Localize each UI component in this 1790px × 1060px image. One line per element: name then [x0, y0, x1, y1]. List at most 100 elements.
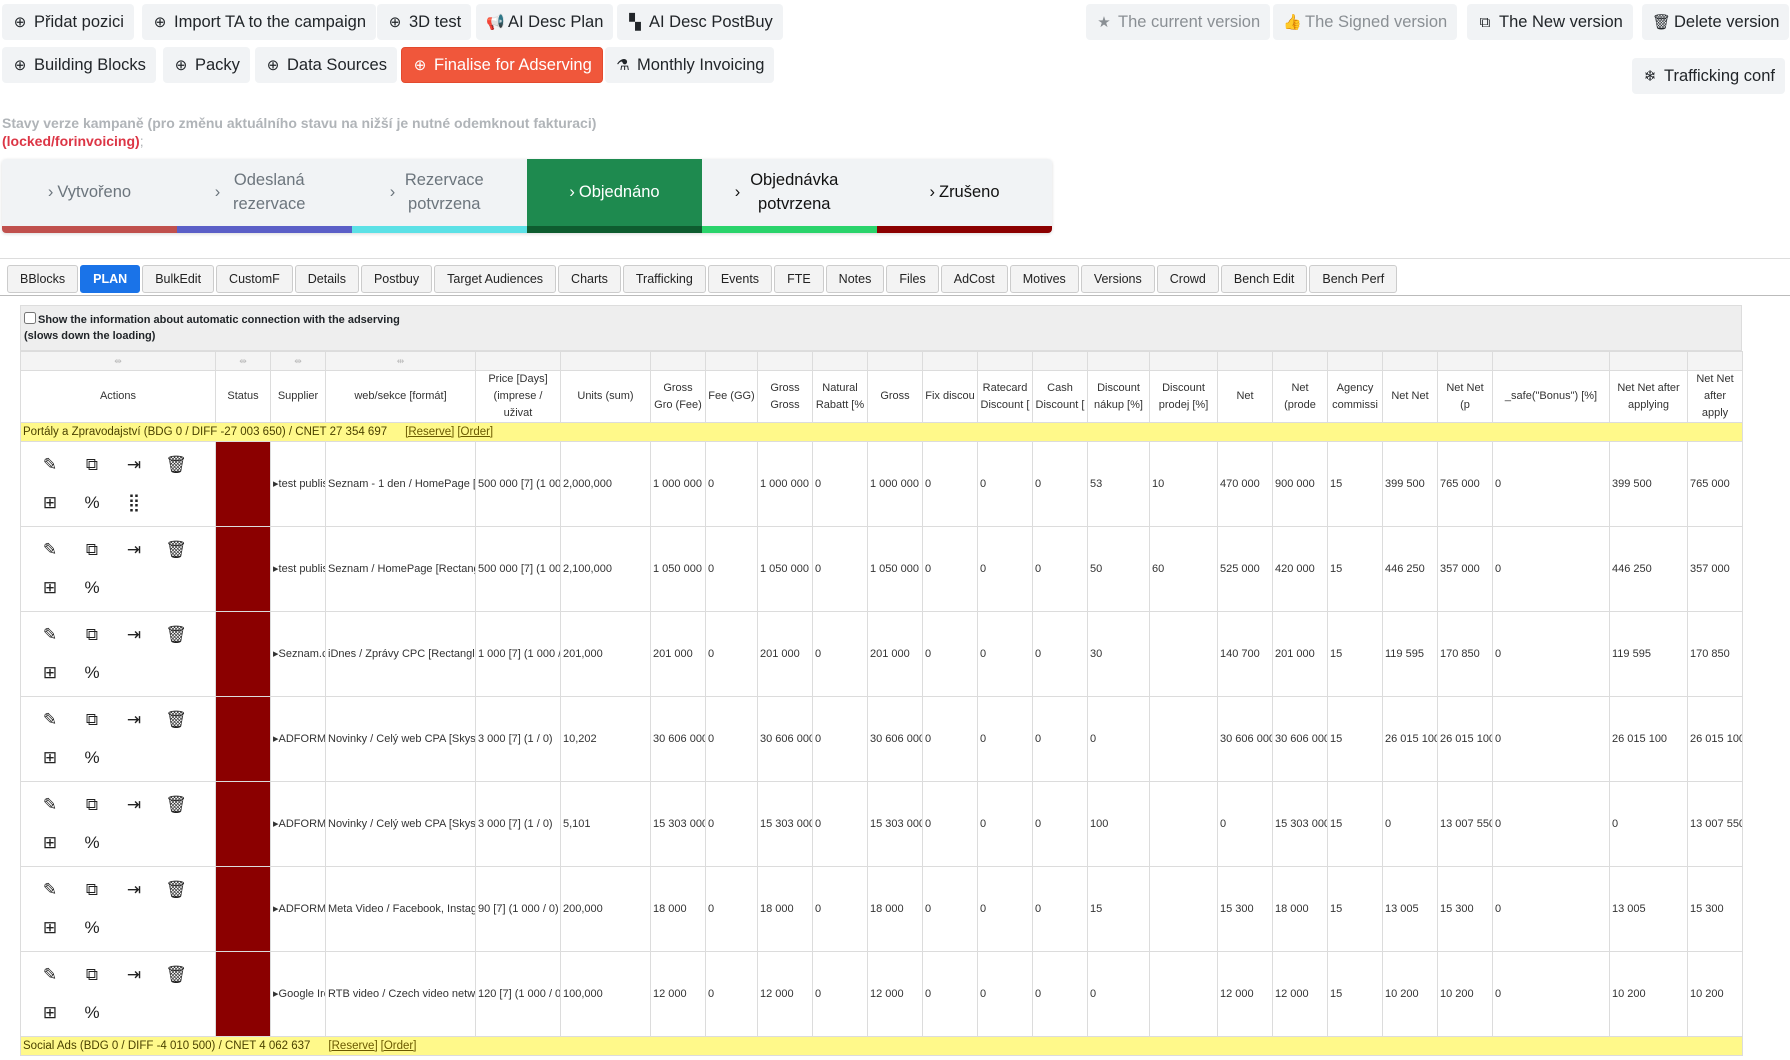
column-resize-handle[interactable]: ⇹: [325, 351, 476, 371]
column-header[interactable]: Discount prodej [%]: [1149, 370, 1218, 423]
tab-fte[interactable]: FTE: [774, 265, 824, 293]
file-plus-icon[interactable]: ⊞: [29, 578, 71, 598]
trash-icon[interactable]: 🗑: [155, 625, 197, 645]
tab-events[interactable]: Events: [707, 265, 773, 293]
file-plus-icon[interactable]: ⊞: [29, 663, 71, 683]
column-header[interactable]: Gross: [867, 370, 923, 423]
signed-version-button[interactable]: 👍 The Signed version: [1273, 4, 1458, 40]
ai-desc-plan-button[interactable]: 📢 AI Desc Plan: [476, 4, 614, 40]
copy-icon[interactable]: ⧉: [71, 455, 113, 475]
reserve-link[interactable]: [Reserve]: [405, 426, 454, 438]
percent-icon[interactable]: %: [71, 1003, 113, 1023]
pencil-icon[interactable]: ✎: [29, 455, 71, 475]
pencil-icon[interactable]: ✎: [29, 710, 71, 730]
reserve-link[interactable]: [Reserve]: [328, 1040, 377, 1052]
percent-icon[interactable]: %: [71, 833, 113, 853]
column-resize-handle[interactable]: [1032, 351, 1088, 371]
export-icon[interactable]: ⇥: [113, 540, 155, 560]
data-sources-button[interactable]: ⊕ Data Sources: [255, 47, 397, 83]
column-resize-handle[interactable]: [650, 351, 706, 371]
column-resize-handle[interactable]: [1149, 351, 1218, 371]
tab-motives[interactable]: Motives: [1009, 265, 1079, 293]
column-header[interactable]: Status: [215, 370, 271, 423]
column-header[interactable]: Net Net: [1382, 370, 1438, 423]
import-ta-button[interactable]: ⊕ Import TA to the campaign: [142, 4, 376, 40]
column-resize-handle[interactable]: ⇹: [215, 351, 271, 371]
trafficking-conf-button[interactable]: ❄ Trafficking conf: [1632, 58, 1785, 94]
column-resize-handle[interactable]: [812, 351, 868, 371]
column-header[interactable]: Agency commissi: [1327, 370, 1383, 423]
step-objednavka-potvrzena[interactable]: › Objednávka potvrzena: [702, 159, 877, 233]
add-position-button[interactable]: ⊕ Přidat pozici: [2, 4, 134, 40]
copy-icon[interactable]: ⧉: [71, 625, 113, 645]
new-version-button[interactable]: ⧉ The New version: [1467, 4, 1633, 40]
step-odeslana-rezervace[interactable]: › Odeslaná rezervace: [177, 159, 352, 233]
column-resize-handle[interactable]: [1087, 351, 1150, 371]
copy-icon[interactable]: ⧉: [71, 710, 113, 730]
pencil-icon[interactable]: ✎: [29, 540, 71, 560]
tab-versions[interactable]: Versions: [1080, 265, 1155, 293]
column-header[interactable]: Price [Days] (imprese / uživat: [475, 370, 561, 423]
column-resize-handle[interactable]: [867, 351, 923, 371]
tab-postbuy[interactable]: Postbuy: [360, 265, 433, 293]
trash-icon[interactable]: 🗑: [155, 880, 197, 900]
pencil-icon[interactable]: ✎: [29, 880, 71, 900]
file-plus-icon[interactable]: ⊞: [29, 493, 71, 513]
ai-desc-postbuy-button[interactable]: ▚ AI Desc PostBuy: [617, 4, 783, 40]
column-resize-handle[interactable]: ⇹: [270, 351, 326, 371]
column-header[interactable]: Fee (GG): [705, 370, 758, 423]
column-header[interactable]: Natural Rabatt [%: [812, 370, 868, 423]
percent-icon[interactable]: %: [71, 578, 113, 598]
column-resize-handle[interactable]: [475, 351, 561, 371]
file-plus-icon[interactable]: ⊞: [29, 1003, 71, 1023]
column-resize-handle[interactable]: [1382, 351, 1438, 371]
pencil-icon[interactable]: ✎: [29, 965, 71, 985]
column-header[interactable]: Gross Gro (Fee): [650, 370, 706, 423]
column-resize-handle[interactable]: [705, 351, 758, 371]
column-header[interactable]: Net Net (p: [1437, 370, 1493, 423]
copy-icon[interactable]: ⧉: [71, 795, 113, 815]
column-resize-handle[interactable]: [1327, 351, 1383, 371]
file-plus-icon[interactable]: ⊞: [29, 918, 71, 938]
step-rezervace-potvrzena[interactable]: › Rezervace potvrzena: [352, 159, 527, 233]
tab-plan[interactable]: PLAN: [80, 265, 141, 293]
percent-icon[interactable]: %: [71, 748, 113, 768]
column-header[interactable]: Supplier: [270, 370, 326, 423]
column-resize-handle[interactable]: [1687, 351, 1743, 371]
tab-bblocks[interactable]: BBlocks: [7, 265, 79, 293]
current-version-button[interactable]: ★ The current version: [1086, 4, 1271, 40]
copy-icon[interactable]: ⧉: [71, 965, 113, 985]
column-resize-handle[interactable]: [1217, 351, 1273, 371]
building-blocks-button[interactable]: ⊕ Building Blocks: [2, 47, 156, 83]
grid-icon[interactable]: ⣿: [113, 493, 155, 513]
tab-bench-edit[interactable]: Bench Edit: [1220, 265, 1308, 293]
trash-icon[interactable]: 🗑: [155, 540, 197, 560]
tab-bulkedit[interactable]: BulkEdit: [142, 265, 215, 293]
file-plus-icon[interactable]: ⊞: [29, 748, 71, 768]
percent-icon[interactable]: %: [71, 493, 113, 513]
export-icon[interactable]: ⇥: [113, 455, 155, 475]
column-header[interactable]: Ratecard Discount [: [977, 370, 1033, 423]
column-resize-handle[interactable]: [977, 351, 1033, 371]
column-resize-handle[interactable]: ⇹: [20, 351, 216, 371]
tab-adcost[interactable]: AdCost: [940, 265, 1008, 293]
tab-crowd[interactable]: Crowd: [1156, 265, 1219, 293]
trash-icon[interactable]: 🗑: [155, 710, 197, 730]
column-header[interactable]: Gross Gross: [757, 370, 813, 423]
copy-icon[interactable]: ⧉: [71, 880, 113, 900]
step-zruseno[interactable]: › Zrušeno: [877, 159, 1052, 233]
column-resize-handle[interactable]: [1609, 351, 1688, 371]
column-header[interactable]: _safe("Bonus") [%]: [1492, 370, 1610, 423]
tab-details[interactable]: Details: [294, 265, 359, 293]
column-header[interactable]: Net (prode: [1272, 370, 1328, 423]
pencil-icon[interactable]: ✎: [29, 795, 71, 815]
percent-icon[interactable]: %: [71, 918, 113, 938]
packy-button[interactable]: ⊕ Packy: [163, 47, 250, 83]
tab-notes[interactable]: Notes: [825, 265, 885, 293]
column-header[interactable]: Actions: [20, 370, 216, 423]
column-resize-handle[interactable]: [757, 351, 813, 371]
tab-bench-perf[interactable]: Bench Perf: [1309, 265, 1398, 293]
export-icon[interactable]: ⇥: [113, 965, 155, 985]
3d-test-button[interactable]: ⊕ 3D test: [377, 4, 472, 40]
export-icon[interactable]: ⇥: [113, 795, 155, 815]
